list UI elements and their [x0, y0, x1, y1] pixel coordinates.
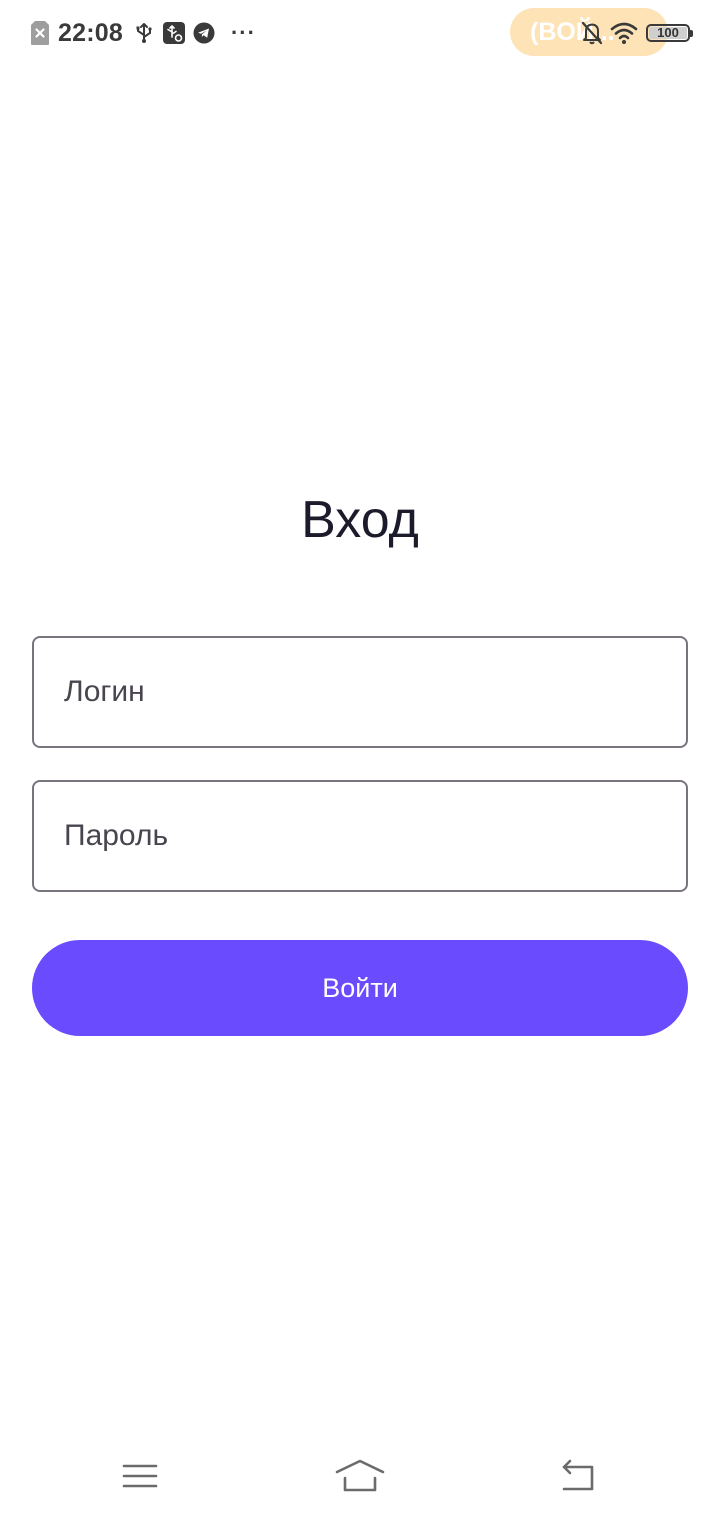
status-bar-right: 100	[580, 18, 693, 48]
status-bar-left: 22:08 ···	[30, 16, 256, 50]
login-button[interactable]: Войти	[32, 940, 688, 1036]
battery-percentage: 100	[657, 25, 679, 40]
status-bar: 22:08 ··· (BOЙ... 100	[0, 0, 720, 66]
more-icon: ···	[230, 20, 256, 45]
telegram-icon	[193, 22, 215, 44]
usb-debug-icon	[162, 22, 185, 44]
clock: 22:08	[58, 18, 123, 47]
home-button[interactable]	[330, 1454, 390, 1502]
password-field[interactable]	[32, 780, 688, 892]
back-icon	[558, 1459, 598, 1498]
recent-apps-button[interactable]	[110, 1454, 170, 1502]
bell-off-icon	[580, 20, 604, 46]
login-field[interactable]	[32, 636, 688, 748]
navigation-bar	[0, 1440, 720, 1520]
sim-error-icon	[30, 20, 50, 46]
password-input[interactable]	[64, 782, 654, 890]
menu-icon	[122, 1462, 158, 1495]
login-input[interactable]	[64, 638, 654, 746]
home-icon	[334, 1458, 386, 1499]
page-title: Вход	[301, 491, 419, 549]
wifi-icon	[610, 21, 638, 45]
usb-icon	[133, 22, 155, 44]
battery-icon: 100	[646, 24, 693, 42]
back-button[interactable]	[548, 1454, 608, 1502]
